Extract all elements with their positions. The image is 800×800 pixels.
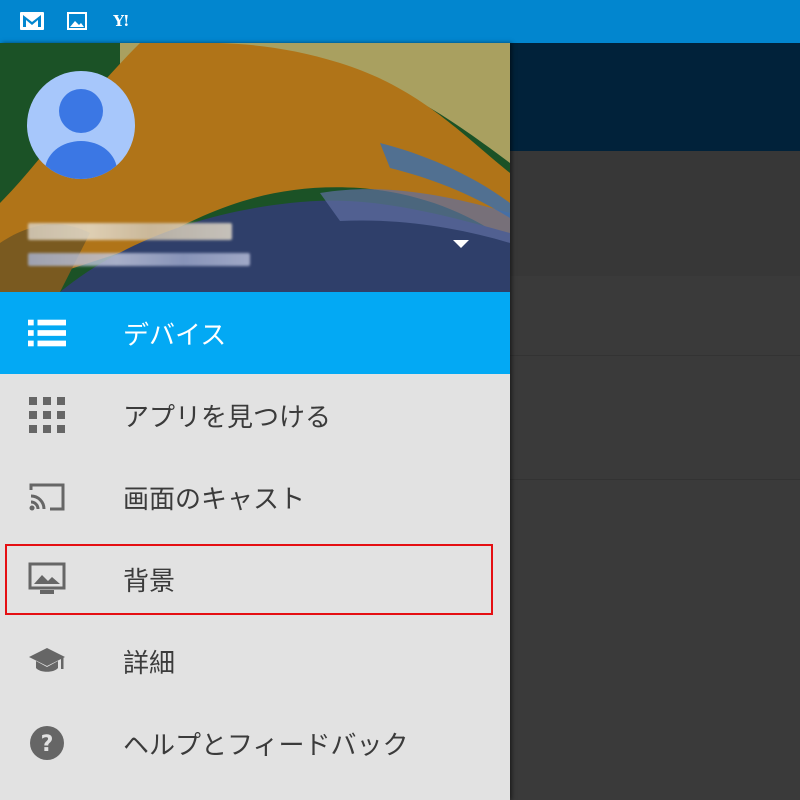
- background-app[interactable]: [510, 43, 800, 800]
- cast-icon: [28, 478, 66, 516]
- navigation-drawer: デバイス アプリを見つける 画面のキャスト 背景 詳細 ? ヘルプとフィードバッ…: [0, 43, 510, 800]
- background-app-bar: [510, 43, 800, 151]
- menu-item-label: 詳細: [123, 648, 176, 679]
- yahoo-icon: Y!: [113, 12, 129, 30]
- drawer-header: [0, 43, 510, 292]
- background-band: [510, 151, 800, 276]
- divider: [510, 479, 800, 480]
- menu-item-label: デバイス: [123, 320, 227, 351]
- menu-item-find-apps[interactable]: アプリを見つける: [0, 374, 510, 456]
- list-icon: [28, 314, 66, 352]
- help-icon: ?: [28, 724, 66, 762]
- account-icon[interactable]: [27, 71, 135, 179]
- menu-item-help-feedback[interactable]: ? ヘルプとフィードバック: [0, 702, 510, 784]
- status-bar: Y!: [0, 0, 800, 43]
- menu-item-label: 背景: [123, 566, 176, 597]
- dropdown-arrow-icon[interactable]: [453, 240, 469, 248]
- menu-item-label: ヘルプとフィードバック: [123, 730, 409, 761]
- school-icon: [28, 642, 66, 680]
- menu-item-cast-screen[interactable]: 画面のキャスト: [0, 456, 510, 538]
- account-email-redacted: [28, 253, 250, 266]
- menu-item-devices[interactable]: デバイス: [0, 292, 510, 374]
- menu-item-label: アプリを見つける: [123, 402, 332, 433]
- apps-grid-icon: [28, 396, 66, 434]
- wallpaper-icon: [28, 560, 66, 598]
- menu-item-background[interactable]: 背景: [0, 538, 510, 620]
- divider: [510, 355, 800, 356]
- svg-text:?: ?: [41, 732, 54, 757]
- photo-icon: [66, 11, 88, 31]
- menu-item-label: 画面のキャスト: [123, 484, 306, 515]
- menu-item-details[interactable]: 詳細: [0, 620, 510, 702]
- gmail-icon: [20, 11, 44, 31]
- account-name-redacted: [28, 223, 232, 240]
